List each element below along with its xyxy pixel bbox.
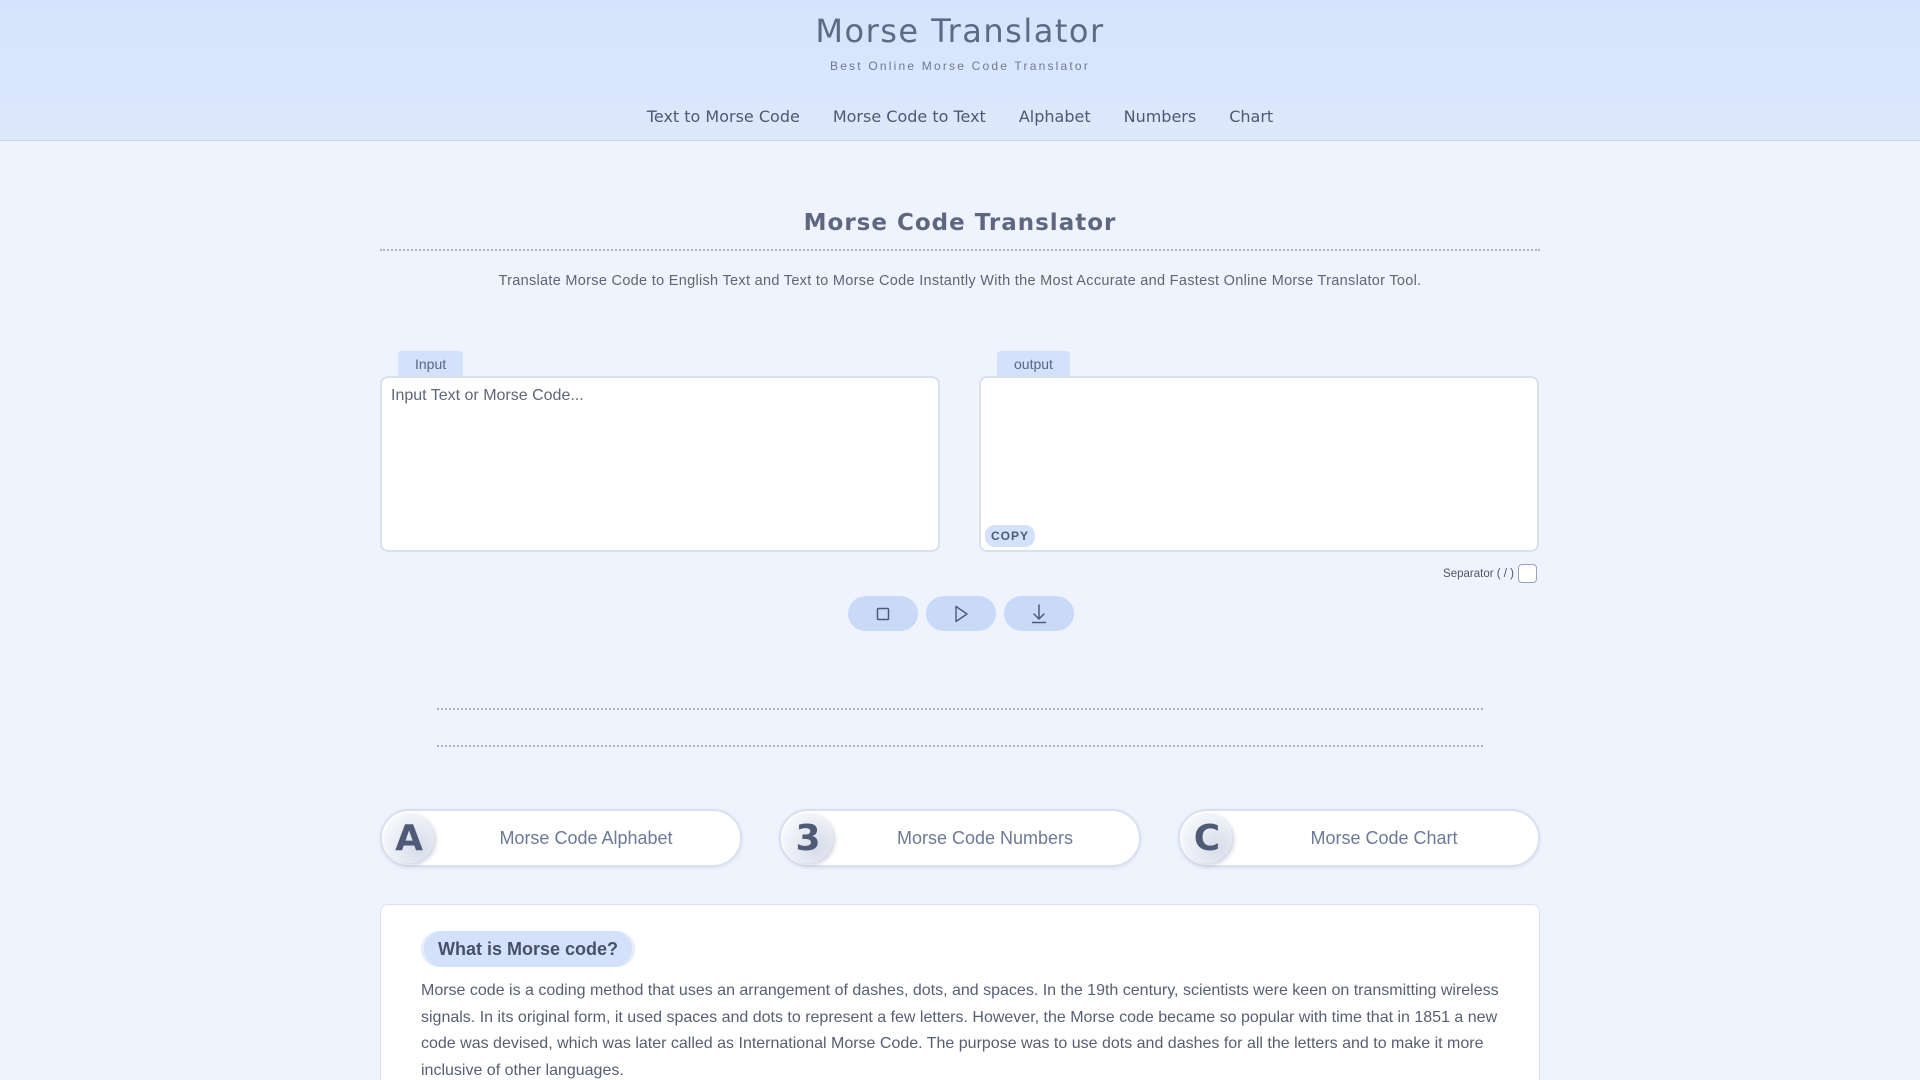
download-button[interactable]	[1004, 596, 1074, 631]
input-tab-label: Input	[398, 351, 464, 377]
site-header: Morse Translator Best Online Morse Code …	[0, 0, 1920, 141]
card-morse-chart[interactable]: C Morse Code Chart	[1178, 809, 1540, 867]
separator-checkbox[interactable]	[1518, 564, 1537, 583]
info-body: Morse code is a coding method that uses …	[421, 982, 1499, 1079]
play-button[interactable]	[926, 596, 996, 631]
play-icon	[955, 605, 968, 622]
stop-button[interactable]	[848, 596, 918, 631]
input-pane	[380, 376, 940, 552]
title-divider	[380, 249, 1540, 251]
card-label: Morse Code Alphabet	[499, 828, 673, 848]
output-tab-label: output	[997, 351, 1070, 377]
main-nav: Text to Morse Code Morse Code to Text Al…	[0, 107, 1920, 126]
download-icon	[1031, 603, 1047, 623]
separator-option[interactable]: Separator ( / )	[1443, 564, 1537, 583]
card-label: Morse Code Chart	[1310, 828, 1458, 848]
page-title: Morse Code Translator	[803, 210, 1117, 236]
morse-output-line-top	[437, 708, 1483, 710]
card-morse-numbers[interactable]: 3 Morse Code Numbers	[779, 809, 1141, 867]
nav-morse-to-text[interactable]: Morse Code to Text	[833, 107, 986, 126]
page-description: Translate Morse Code to English Text and…	[498, 273, 1422, 289]
letter-c-icon: C	[1182, 813, 1232, 863]
playback-controls	[848, 596, 1074, 631]
copy-button[interactable]: COPY	[985, 525, 1036, 547]
nav-text-to-morse[interactable]: Text to Morse Code	[647, 107, 800, 126]
morse-output-line-bottom	[437, 745, 1483, 747]
card-morse-alphabet[interactable]: A Morse Code Alphabet	[380, 809, 742, 867]
separator-label: Separator ( / )	[1443, 567, 1514, 580]
site-title[interactable]: Morse Translator	[0, 12, 1920, 50]
card-label: Morse Code Numbers	[896, 828, 1074, 848]
stop-icon	[876, 607, 890, 620]
nav-numbers[interactable]: Numbers	[1124, 107, 1197, 126]
number-3-icon: 3	[783, 813, 833, 863]
site-subtitle: Best Online Morse Code Translator	[829, 59, 1091, 73]
output-textarea[interactable]	[981, 378, 1537, 550]
input-textarea[interactable]	[382, 378, 938, 550]
info-panel: What is Morse code? Morse code is a codi…	[380, 904, 1540, 1080]
info-heading: What is Morse code?	[421, 931, 636, 967]
letter-a-icon: A	[384, 813, 434, 863]
nav-alphabet[interactable]: Alphabet	[1019, 107, 1091, 126]
output-pane: COPY	[979, 376, 1539, 552]
nav-chart[interactable]: Chart	[1229, 107, 1273, 126]
